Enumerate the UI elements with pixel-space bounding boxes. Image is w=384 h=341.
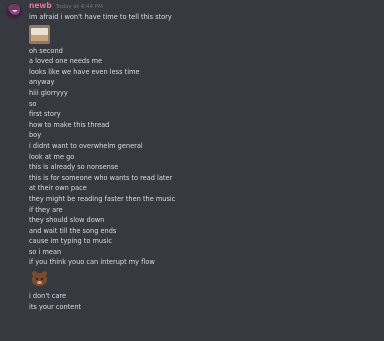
message-line: a loved one needs me — [29, 57, 103, 66]
message-line: they should slow down — [29, 216, 105, 225]
bear-emoji — [29, 270, 50, 289]
bear-head — [32, 273, 47, 287]
message-line: so i mean — [29, 247, 62, 256]
message-line: looks like we have even less time — [29, 67, 140, 76]
message-line: so — [29, 99, 37, 108]
message-line: how to make this thread — [29, 120, 110, 129]
avatar-hair — [8, 4, 20, 10]
message-line: oh second — [29, 46, 63, 55]
message-line: they might be reading faster then the mu… — [29, 194, 176, 203]
cake-emoji — [29, 24, 50, 44]
message-line: first story — [29, 110, 61, 119]
timestamp: Today at 4:44 PM — [55, 4, 103, 10]
message-lines: im afraid i won't have time to tell this… — [29, 12, 379, 312]
message-line: i don't care — [29, 292, 67, 301]
message-line: boy — [29, 131, 42, 140]
message-line: im afraid i won't have time to tell this… — [29, 13, 172, 21]
message-line: i didnt want to overwhelm general — [29, 141, 143, 150]
message-line: this is already so nonsense — [29, 163, 119, 172]
message-line: its your content — [29, 302, 82, 311]
message-line: at their own pace — [29, 184, 87, 193]
user-avatar[interactable] — [6, 3, 22, 19]
message-header: newb Today at 4:44 PM — [29, 1, 103, 12]
message-line: this is for someone who wants to read la… — [29, 173, 173, 182]
message-line: and wait till the song ends — [29, 226, 117, 235]
message-line: look at me go — [29, 152, 75, 161]
message-line: anyway — [29, 78, 55, 87]
message-line: if you think youo can interupt my flow — [29, 258, 155, 267]
cake-base — [31, 34, 48, 41]
message-line: if they are — [29, 205, 63, 214]
cake-frosting — [31, 27, 48, 35]
message-line: hiii glorryyy — [29, 88, 68, 97]
message-line: cause im typing to music — [29, 237, 112, 246]
message-group: newb Today at 4:44 PM im afraid i won't … — [0, 0, 384, 341]
username[interactable]: newb — [29, 1, 52, 10]
